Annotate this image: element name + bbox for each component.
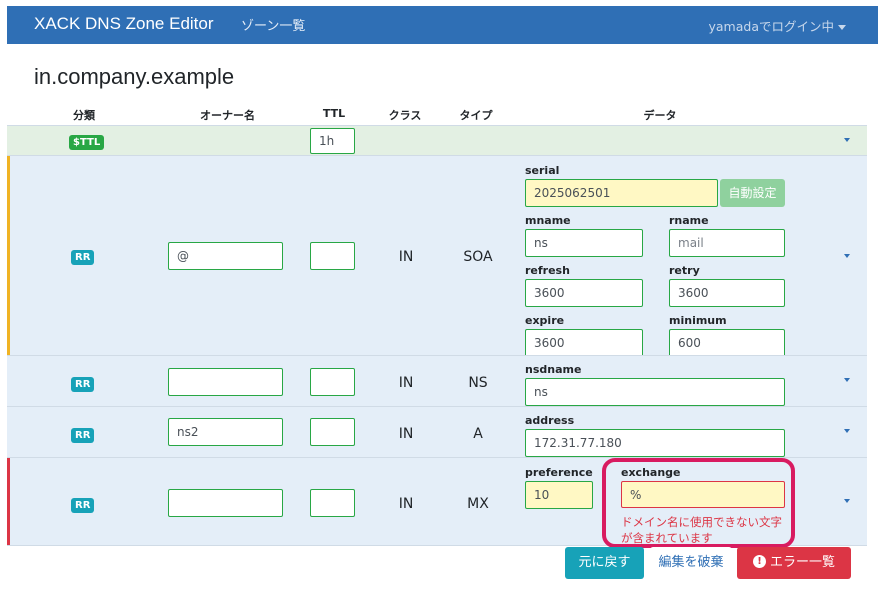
rname-label: rname	[669, 214, 709, 227]
address-label: address	[525, 414, 575, 427]
ttl-value-input[interactable]: 1h	[310, 128, 355, 154]
class-cell: IN	[398, 249, 414, 265]
error-list-label: エラー一覧	[769, 555, 835, 570]
type-cell: NS	[468, 375, 488, 391]
header-owner: オーナー名	[200, 109, 255, 122]
class-cell: IN	[398, 375, 414, 391]
zone-title: in.company.example	[34, 64, 235, 89]
refresh-input[interactable]: 3600	[525, 279, 643, 307]
header-class: クラス	[388, 109, 422, 122]
minimum-label: minimum	[669, 314, 727, 327]
nsdname-input[interactable]: ns	[525, 378, 785, 406]
mname-input[interactable]: ns	[525, 229, 643, 257]
retry-label: retry	[669, 264, 700, 277]
owner-input[interactable]: @	[168, 242, 283, 270]
a-row: RR ns2 IN A address 172.31.77.180	[7, 406, 867, 457]
ttl-badge: $TTL	[69, 135, 105, 150]
serial-label: serial	[525, 164, 560, 177]
ttl-input[interactable]	[310, 242, 355, 270]
type-cell: A	[473, 426, 483, 442]
rname-input[interactable]: mail	[669, 229, 785, 257]
class-cell: IN	[398, 496, 414, 512]
mname-label: mname	[525, 214, 571, 227]
revert-button[interactable]: 元に戻す	[565, 547, 644, 579]
preference-label: preference	[525, 466, 593, 479]
nsdname-label: nsdname	[525, 363, 582, 376]
soa-row-marker	[7, 156, 10, 355]
user-menu[interactable]: yamadaでログイン中	[708, 16, 846, 35]
minimum-input[interactable]: 600	[669, 329, 785, 357]
error-row-marker	[7, 458, 10, 545]
soa-row: RR @ IN SOA serial 2025062501 自動設定 mname…	[7, 155, 867, 357]
ns-row: RR IN NS nsdname ns	[7, 355, 867, 406]
zone-list-link[interactable]: ゾーン一覧	[241, 15, 305, 34]
ttl-input[interactable]	[310, 489, 355, 517]
type-cell: SOA	[463, 249, 493, 265]
owner-input[interactable]	[168, 368, 283, 396]
ttl-row: $TTL 1h	[7, 125, 867, 155]
expire-input[interactable]: 3600	[525, 329, 643, 357]
header-data: データ	[643, 109, 677, 122]
discard-edits-button[interactable]: 編集を破棄	[650, 547, 732, 579]
caret-down-icon[interactable]	[844, 254, 850, 258]
error-highlight-callout	[602, 458, 795, 548]
rr-badge: RR	[71, 428, 95, 443]
user-menu-label: yamadaでログイン中	[708, 19, 835, 34]
owner-input[interactable]	[168, 489, 283, 517]
exclamation-circle-icon: !	[752, 555, 766, 568]
owner-input[interactable]: ns2	[168, 418, 283, 446]
caret-down-icon	[838, 25, 846, 30]
caret-down-icon[interactable]	[844, 499, 850, 503]
caret-down-icon[interactable]	[844, 378, 850, 382]
caret-down-icon[interactable]	[844, 138, 850, 142]
address-input[interactable]: 172.31.77.180	[525, 429, 785, 457]
refresh-label: refresh	[525, 264, 570, 277]
header-type: タイプ	[459, 109, 493, 122]
app-brand[interactable]: XACK DNS Zone Editor	[34, 14, 214, 34]
ttl-input[interactable]	[310, 418, 355, 446]
header-category: 分類	[73, 109, 95, 122]
type-cell: MX	[467, 496, 489, 512]
rr-badge: RR	[71, 498, 95, 513]
expire-label: expire	[525, 314, 565, 327]
auto-set-button[interactable]: 自動設定	[720, 179, 785, 207]
serial-input[interactable]: 2025062501	[525, 179, 718, 207]
class-cell: IN	[398, 426, 414, 442]
retry-input[interactable]: 3600	[669, 279, 785, 307]
error-list-button[interactable]: ! エラー一覧	[737, 547, 851, 579]
header-ttl: TTL	[322, 107, 346, 120]
rr-badge: RR	[71, 250, 95, 265]
rr-badge: RR	[71, 377, 95, 392]
preference-input[interactable]: 10	[525, 481, 593, 509]
navbar: XACK DNS Zone Editor ゾーン一覧 yamadaでログイン中	[7, 6, 878, 44]
caret-down-icon[interactable]	[844, 429, 850, 433]
ttl-input[interactable]	[310, 368, 355, 396]
